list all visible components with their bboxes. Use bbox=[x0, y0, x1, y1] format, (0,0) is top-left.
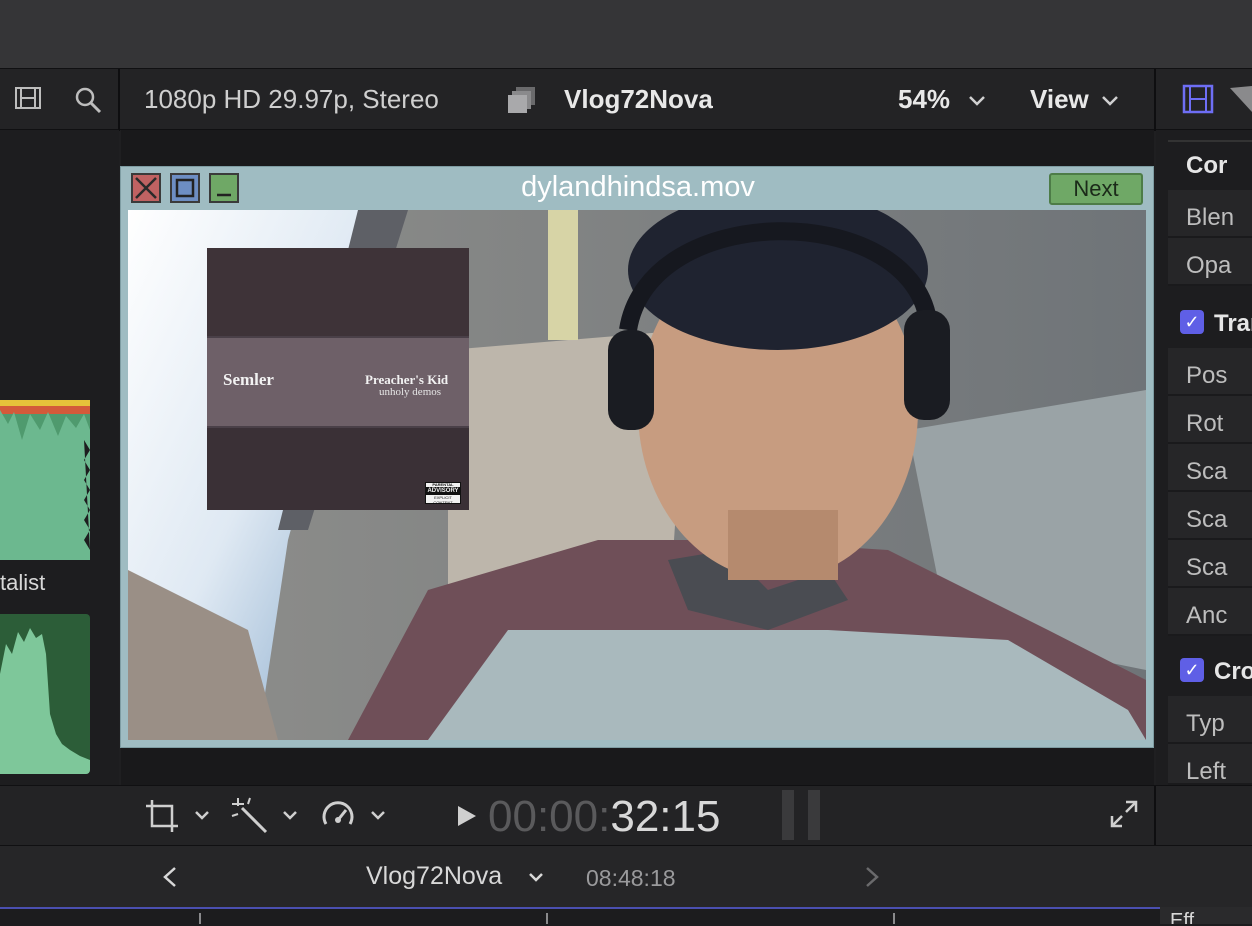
timecode-display[interactable]: 00:00:32:15 bbox=[488, 792, 720, 842]
effects-browser-label: Eff bbox=[1170, 910, 1195, 924]
transform-tool-icon[interactable] bbox=[144, 798, 180, 834]
audio-waveform bbox=[0, 628, 90, 774]
play-icon[interactable] bbox=[456, 804, 478, 828]
video-frame[interactable]: Semler Preacher's Kid unholy demos PAREN… bbox=[128, 210, 1146, 740]
parental-advisory-label: PARENTAL ADVISORY EXPLICIT CONTENT bbox=[425, 482, 461, 505]
project-title: Vlog72Nova bbox=[564, 84, 713, 114]
album-art-top-panel bbox=[207, 248, 469, 336]
color-inspector-icon[interactable] bbox=[1228, 84, 1252, 114]
inspector-row-type[interactable]: Typ bbox=[1168, 696, 1252, 744]
timeline-duration: 08:48:18 bbox=[586, 865, 676, 891]
effects-browser-tab[interactable]: Eff bbox=[1160, 907, 1252, 924]
clip-thumbnail[interactable] bbox=[0, 614, 90, 774]
timeline-header: Vlog72Nova 08:48:18 bbox=[0, 845, 1252, 908]
divider bbox=[1154, 786, 1156, 846]
album-subtitle: unholy demos bbox=[379, 386, 442, 398]
advisory-bottom-text: EXPLICIT CONTENT bbox=[433, 495, 453, 505]
transform-checkbox[interactable]: ✓ bbox=[1180, 310, 1204, 334]
inspector-row-scale-x[interactable]: Sca bbox=[1168, 492, 1252, 540]
viewer-toolbar: 1080p HD 29.97p, Stereo Vlog72Nova 54% V… bbox=[0, 68, 1252, 131]
timeline-ruler[interactable]: Eff bbox=[0, 907, 1252, 926]
title-bar bbox=[0, 0, 1252, 68]
inspector-row-opacity[interactable]: Opa bbox=[1168, 238, 1252, 286]
inspector-panel: Cor Blen Opa ✓ Tran Pos Rot Sca Sca Sca … bbox=[1156, 130, 1252, 785]
next-button[interactable]: Next bbox=[1049, 173, 1143, 205]
speed-gauge-icon[interactable] bbox=[320, 798, 356, 834]
filmstrip-icon[interactable] bbox=[14, 86, 42, 112]
search-icon[interactable] bbox=[74, 86, 102, 114]
audio-waveform bbox=[0, 400, 90, 560]
view-menu[interactable]: View bbox=[1030, 84, 1089, 115]
chevron-down-icon[interactable] bbox=[968, 95, 986, 107]
inspector-row-position[interactable]: Pos bbox=[1168, 348, 1252, 396]
inspector-row-anchor[interactable]: Anc bbox=[1168, 588, 1252, 636]
audio-meter-right bbox=[808, 790, 820, 840]
zoom-level[interactable]: 54% bbox=[898, 84, 950, 115]
video-inspector-icon[interactable] bbox=[1182, 84, 1214, 114]
album-artist: Semler bbox=[223, 370, 274, 389]
chevron-down-icon[interactable] bbox=[282, 810, 298, 822]
inspector-row-scale-all[interactable]: Sca bbox=[1168, 444, 1252, 492]
timecode-dim: 00:00: bbox=[488, 792, 611, 841]
chevron-down-icon[interactable] bbox=[370, 810, 386, 822]
clip-stack-icon bbox=[508, 87, 535, 113]
clip-label: talist bbox=[0, 570, 46, 595]
clip-thumbnail[interactable] bbox=[0, 400, 90, 560]
crop-checkbox[interactable]: ✓ bbox=[1180, 658, 1204, 682]
chevron-down-icon[interactable] bbox=[194, 810, 210, 822]
format-label: 1080p HD 29.97p, Stereo bbox=[144, 84, 439, 114]
browser-panel: talist bbox=[0, 130, 119, 785]
chevron-left-icon[interactable] bbox=[162, 866, 178, 888]
divider bbox=[1168, 130, 1252, 142]
video-window: dylandhindsa.mov Next Semler Preacher's … bbox=[120, 166, 1154, 748]
inspector-row-rotation[interactable]: Rot bbox=[1168, 396, 1252, 444]
transport-bar: 00:00:32:15 bbox=[0, 785, 1252, 846]
album-art: Semler Preacher's Kid unholy demos PAREN… bbox=[207, 248, 469, 510]
advisory-mid-text: ADVISORY bbox=[426, 487, 460, 495]
chevron-down-icon[interactable] bbox=[528, 872, 544, 884]
chevron-down-icon[interactable] bbox=[1101, 95, 1119, 107]
timecode-value: 32:15 bbox=[610, 792, 721, 841]
window-title: dylandhindsa.mov bbox=[521, 171, 755, 203]
chevron-right-icon bbox=[866, 867, 879, 887]
audio-meter-left bbox=[782, 790, 794, 840]
divider bbox=[118, 69, 120, 131]
inspector-row-left[interactable]: Left bbox=[1168, 744, 1252, 785]
inspector-row-blend[interactable]: Blen bbox=[1168, 190, 1252, 238]
inspector-row-scale-y[interactable]: Sca bbox=[1168, 540, 1252, 588]
magic-wand-icon[interactable] bbox=[230, 796, 270, 836]
divider bbox=[1154, 69, 1156, 131]
fullscreen-icon[interactable] bbox=[1108, 798, 1140, 830]
ruler-ticks bbox=[199, 913, 895, 924]
timeline-project-name[interactable]: Vlog72Nova bbox=[366, 862, 502, 891]
